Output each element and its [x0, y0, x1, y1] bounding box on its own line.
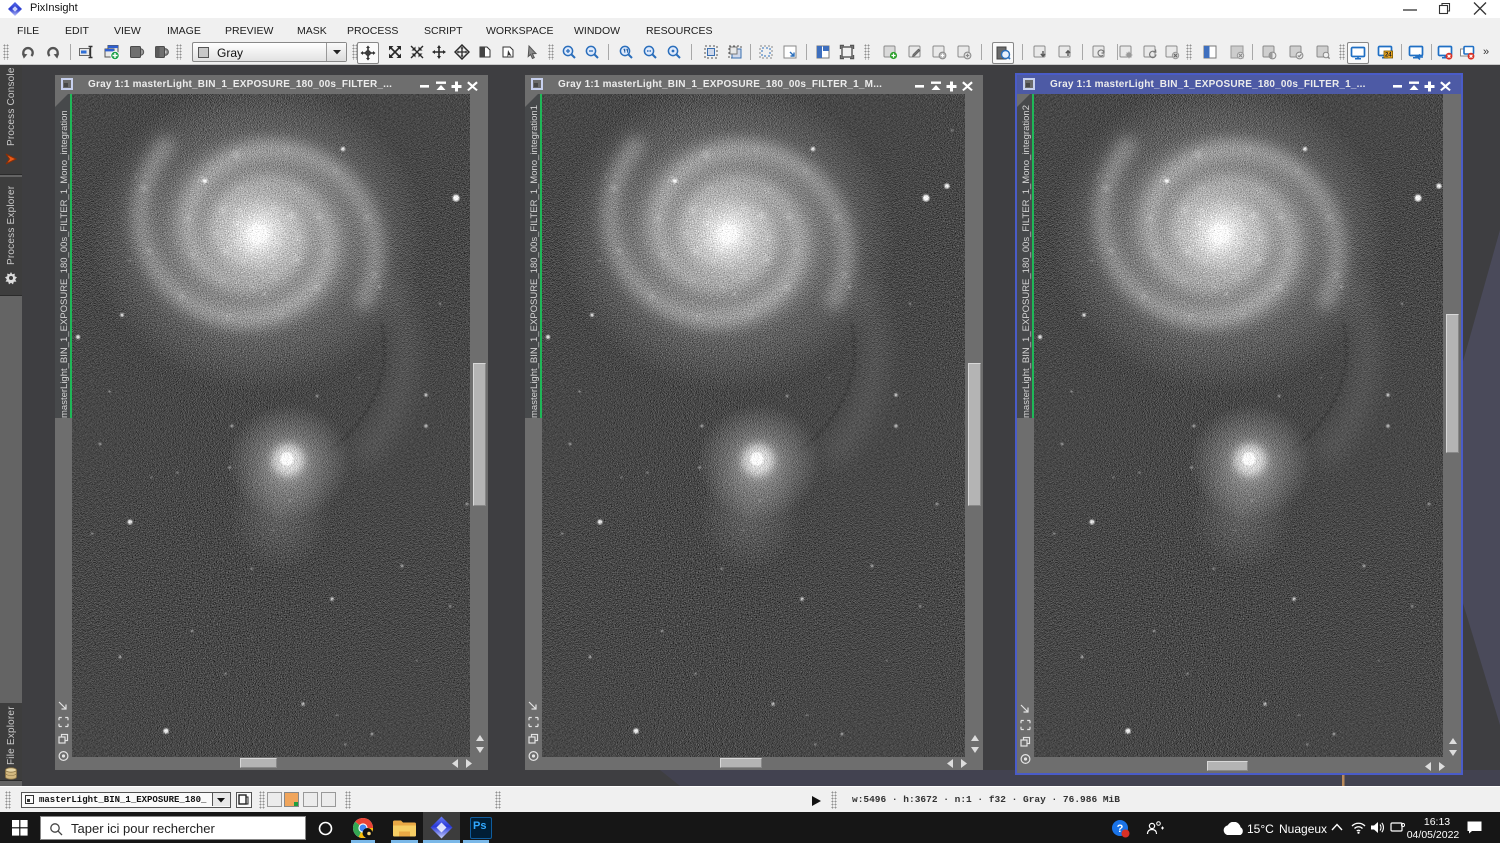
svg-text:24: 24	[1385, 53, 1392, 59]
